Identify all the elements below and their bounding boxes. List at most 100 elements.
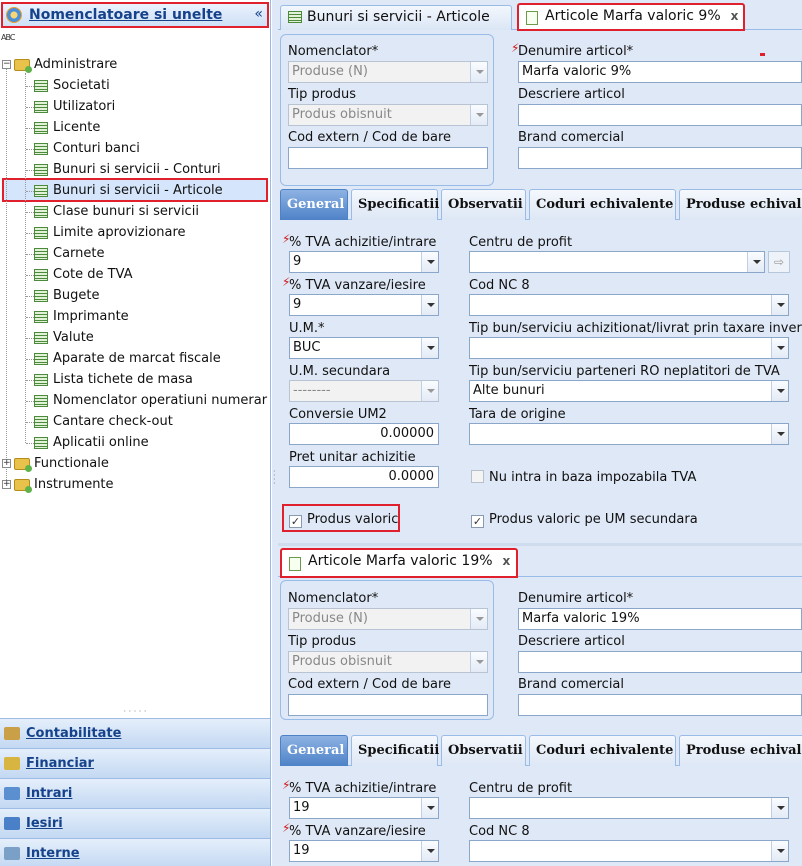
tree-item-functionale[interactable]: Functionale	[14, 454, 109, 474]
tip-parteneri-select[interactable]: Alte bunuri	[469, 380, 789, 402]
centru-profit-select[interactable]	[469, 251, 765, 273]
tip-produs-select[interactable]: Produs obisnuit	[288, 651, 488, 673]
tree-item[interactable]: Imprimante	[34, 307, 129, 327]
descriere-input[interactable]	[518, 104, 802, 126]
module-contabilitate[interactable]: Contabilitate	[0, 718, 270, 748]
nomenclator-label: Nomenclator*	[288, 591, 379, 606]
subtab-observatii[interactable]: Observatii	[441, 735, 526, 766]
table-icon	[34, 352, 48, 365]
tree-item-administrare[interactable]: Administrare	[14, 55, 117, 75]
tree-item[interactable]: Utilizatori	[34, 97, 115, 117]
module-interne[interactable]: Interne	[0, 838, 270, 866]
chevron-down-icon	[470, 652, 487, 672]
module-intrari[interactable]: Intrari	[0, 778, 270, 808]
expand-toggle[interactable]: +	[2, 480, 11, 489]
tree-item[interactable]: Bunuri si servicii - Conturi	[34, 160, 221, 180]
tva-achizitie-select[interactable]: 9	[289, 251, 439, 273]
um-secundara-select[interactable]: --------	[289, 380, 439, 402]
brand-input[interactable]	[518, 694, 802, 716]
tree-item[interactable]: Licente	[34, 118, 100, 138]
tva-achizitie-select[interactable]: 19	[289, 797, 439, 819]
produs-valoric-um-checkbox[interactable]: ✓ Produs valoric pe UM secundara	[471, 512, 698, 528]
tip-produs-select[interactable]: Produs obisnuit	[288, 104, 488, 126]
close-tab-icon[interactable]: x	[503, 554, 511, 568]
table-icon	[34, 415, 48, 428]
tree-item[interactable]: Conturi banci	[34, 139, 140, 159]
tree-item[interactable]: Cote de TVA	[34, 265, 133, 285]
tip-taxare-select[interactable]	[469, 337, 789, 359]
module-iesiri[interactable]: Iesiri	[0, 808, 270, 838]
article-form-9: Nomenclator* Produse (N) Tip produs Prod…	[278, 31, 802, 543]
denumire-input[interactable]: Marfa valoric 19%	[518, 608, 802, 630]
subtab-general[interactable]: General	[280, 735, 348, 766]
nu-intra-checkbox[interactable]: Nu intra in baza impozabila TVA	[471, 470, 696, 485]
tab-articole-9[interactable]: Articole Marfa valoric 9% x	[517, 3, 745, 31]
subtab-produse-echivalente[interactable]: Produse echivalente	[679, 189, 802, 220]
tva-vanzare-select[interactable]: 9	[289, 294, 439, 316]
tree-item-instrumente[interactable]: Instrumente	[14, 475, 114, 495]
tab-articole-19[interactable]: Articole Marfa valoric 19% x	[280, 548, 518, 578]
tree-item[interactable]: Aplicatii online	[34, 433, 149, 453]
tree-item[interactable]: Bugete	[34, 286, 100, 306]
section-divider	[278, 543, 802, 546]
cod-nc-select[interactable]	[469, 840, 789, 862]
um-select[interactable]: BUC	[289, 337, 439, 359]
sort-abc-icon[interactable]: ABC	[1, 33, 15, 42]
cod-nc-select[interactable]	[469, 294, 789, 316]
table-icon	[34, 331, 48, 344]
table-icon	[34, 226, 48, 239]
tree-item[interactable]: Lista tichete de masa	[34, 370, 193, 390]
denumire-input[interactable]: Marfa valoric 9%	[518, 61, 802, 83]
goto-icon[interactable]: ⇨	[768, 251, 790, 273]
content-panel: Bunuri si servicii - Articole Articole M…	[278, 0, 802, 866]
tip-taxare-label: Tip bun/serviciu achizitionat/livrat pri…	[469, 321, 802, 336]
panel-header[interactable]: Nomenclatoare si unelte «	[1, 2, 269, 28]
subtabs-bar: General Specificatii Observatii Coduri e…	[280, 189, 802, 220]
subtabs-bar: General Specificatii Observatii Coduri e…	[280, 735, 802, 766]
produs-valoric-checkbox[interactable]: ✓ Produs valoric	[289, 512, 398, 528]
subtab-produse-echivalente[interactable]: Produse echivalente	[679, 735, 802, 766]
checkbox-box	[471, 470, 484, 483]
tree-item[interactable]: Nomenclator operatiuni numerar	[34, 391, 267, 411]
denumire-label: Denumire articol*	[518, 44, 634, 59]
brand-input[interactable]	[518, 147, 802, 169]
resize-grip[interactable]: · · · · ·	[0, 708, 270, 717]
tree-item[interactable]: Clase bunuri si servicii	[34, 202, 199, 222]
chevron-down-icon	[421, 295, 438, 315]
tree-item[interactable]: Limite aprovizionare	[34, 223, 186, 243]
cod-extern-input[interactable]	[288, 694, 488, 716]
chevron-down-icon	[470, 62, 487, 82]
collapse-toggle[interactable]: −	[2, 60, 11, 69]
tree-item[interactable]: Cantare check-out	[34, 412, 173, 432]
collapse-icon[interactable]: «	[254, 6, 263, 22]
tree-item[interactable]: Carnete	[34, 244, 105, 264]
subtab-specificatii[interactable]: Specificatii	[351, 735, 439, 766]
conversie-input[interactable]: 0.00000	[289, 423, 439, 445]
tab-bunuri-articole[interactable]: Bunuri si servicii - Articole	[280, 5, 512, 30]
pret-input[interactable]: 0.0000	[289, 466, 439, 488]
tree-item[interactable]: Aparate de marcat fiscale	[34, 349, 221, 369]
centru-profit-select[interactable]	[469, 797, 789, 819]
descriere-input[interactable]	[518, 651, 802, 673]
red-marker	[760, 53, 765, 56]
cod-extern-label: Cod extern / Cod de bare	[288, 677, 452, 692]
tree-item[interactable]: Societati	[34, 76, 110, 96]
tara-select[interactable]	[469, 423, 789, 445]
centru-profit-label: Centru de profit	[469, 235, 573, 250]
cod-nc-label: Cod NC 8	[469, 278, 530, 293]
chevron-down-icon	[421, 381, 438, 401]
subtab-specificatii[interactable]: Specificatii	[351, 189, 439, 220]
module-financiar[interactable]: Financiar	[0, 748, 270, 778]
tva-vanzare-select[interactable]: 19	[289, 840, 439, 862]
subtab-general[interactable]: General	[280, 189, 348, 220]
subtab-coduri-echivalente[interactable]: Coduri echivalente	[529, 189, 676, 220]
nomenclator-select[interactable]: Produse (N)	[288, 61, 488, 83]
subtab-observatii[interactable]: Observatii	[441, 189, 526, 220]
cod-extern-input[interactable]	[288, 147, 488, 169]
expand-toggle[interactable]: +	[2, 459, 11, 468]
tree-item[interactable]: Valute	[34, 328, 94, 348]
close-tab-icon[interactable]: x	[731, 9, 739, 23]
nomenclator-select[interactable]: Produse (N)	[288, 608, 488, 630]
tree-item[interactable]: Bunuri si servicii - Articole	[34, 181, 223, 201]
subtab-coduri-echivalente[interactable]: Coduri echivalente	[529, 735, 676, 766]
